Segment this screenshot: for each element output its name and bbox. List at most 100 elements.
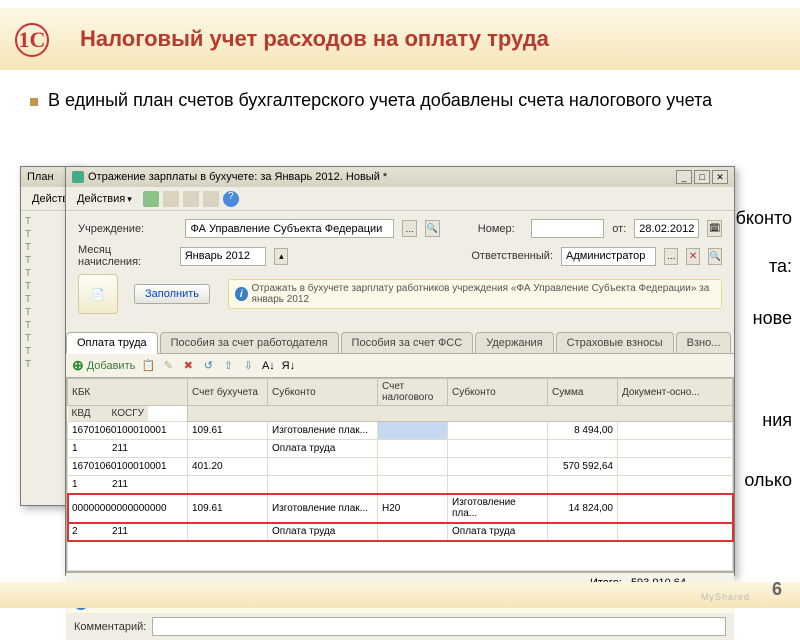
maximize-button[interactable]: □ [694, 170, 710, 184]
tab-pay[interactable]: Оплата труда [66, 332, 158, 354]
cell[interactable]: Изготовление пла... [448, 494, 548, 523]
cell[interactable] [378, 458, 448, 476]
col-kvd[interactable]: КВД [68, 406, 108, 421]
table-row[interactable]: 16701060100010001 109.61 Изготовление пл… [68, 422, 733, 440]
num-field[interactable] [531, 219, 604, 238]
table-row[interactable] [68, 541, 733, 571]
org-open-button[interactable]: 🔍 [425, 220, 440, 237]
cell[interactable] [448, 440, 548, 458]
tab-employer-benefits[interactable]: Пособия за счет работодателя [160, 332, 339, 353]
col-kosgu[interactable]: КОСГУ [108, 406, 148, 421]
cell[interactable] [548, 440, 618, 458]
col-sub[interactable]: Субконто [268, 379, 378, 406]
refresh-icon[interactable]: ↺ [201, 359, 215, 373]
table-row-highlighted[interactable]: 00000000000000000 109.61 Изготовление пл… [68, 494, 733, 523]
cell-selected[interactable] [378, 422, 448, 440]
cell[interactable]: 109.61 [188, 494, 268, 523]
col-sum[interactable]: Сумма [548, 379, 618, 406]
sort-asc-icon[interactable]: A↓ [261, 359, 275, 373]
cell[interactable]: Изготовление плак... [268, 422, 378, 440]
month-field[interactable]: Январь 2012 [180, 247, 267, 266]
cell[interactable]: 14 824,00 [548, 494, 618, 523]
edit-icon[interactable]: ✎ [161, 359, 175, 373]
cell[interactable]: 109.61 [188, 422, 268, 440]
delete-icon[interactable]: ✖ [181, 359, 195, 373]
cell[interactable] [548, 476, 618, 494]
toolbar-icon[interactable] [163, 191, 179, 207]
table-row-highlighted[interactable]: 2211 Оплата труда Оплата труда [68, 523, 733, 541]
cell[interactable] [618, 458, 733, 476]
cell[interactable] [378, 440, 448, 458]
cell[interactable]: 16701060100010001 [68, 458, 188, 476]
cell[interactable] [188, 523, 268, 541]
cell[interactable] [618, 523, 733, 541]
org-select-button[interactable]: … [402, 220, 417, 237]
toolbar-icon[interactable] [183, 191, 199, 207]
cell[interactable] [188, 440, 268, 458]
help-icon[interactable]: ? [223, 191, 239, 207]
cell[interactable]: 570 592,64 [548, 458, 618, 476]
col-kbk[interactable]: КБК [68, 379, 188, 406]
month-up-button[interactable]: ▴ [274, 248, 288, 265]
window-salary-titlebar[interactable]: Отражение зарплаты в бухучете: за Январь… [66, 167, 734, 187]
resp-select-button[interactable]: … [664, 248, 678, 265]
move-up-icon[interactable]: ⇧ [221, 359, 235, 373]
close-button[interactable]: ✕ [712, 170, 728, 184]
tab-deductions[interactable]: Удержания [475, 332, 553, 353]
cell[interactable]: Оплата труда [268, 440, 378, 458]
cell[interactable]: 401.20 [188, 458, 268, 476]
cell[interactable] [448, 422, 548, 440]
cell[interactable] [378, 523, 448, 541]
col-taxacct[interactable]: Счет налогового [378, 379, 448, 406]
cell[interactable]: 1211 [68, 440, 188, 458]
cell[interactable]: 00000000000000000 [68, 494, 188, 523]
cell[interactable]: 2211 [68, 523, 188, 541]
cell[interactable]: 16701060100010001 [68, 422, 188, 440]
cell[interactable]: Оплата труда [448, 523, 548, 541]
table-row[interactable]: 1211 [68, 476, 733, 494]
cell[interactable] [268, 476, 378, 494]
cell[interactable]: 8 494,00 [548, 422, 618, 440]
resp-open-button[interactable]: 🔍 [708, 248, 722, 265]
cell[interactable] [448, 476, 548, 494]
minimize-button[interactable]: _ [676, 170, 692, 184]
tab-fss-benefits[interactable]: Пособия за счет ФСС [341, 332, 474, 353]
sort-desc-icon[interactable]: Я↓ [281, 359, 295, 373]
cell[interactable] [448, 458, 548, 476]
cell[interactable] [548, 523, 618, 541]
cell[interactable]: Изготовление плак... [268, 494, 378, 523]
save-icon[interactable] [143, 191, 159, 207]
date-field[interactable]: 28.02.2012 [634, 219, 699, 238]
tab-more[interactable]: Взно... [676, 332, 732, 353]
toolbar-icon[interactable] [203, 191, 219, 207]
date-picker-button[interactable]: 🗓 [707, 220, 722, 237]
tab-insurance[interactable]: Страховые взносы [556, 332, 674, 353]
col-doc[interactable]: Документ-осно... [618, 379, 733, 406]
table-row[interactable]: 16701060100010001 401.20 570 592,64 [68, 458, 733, 476]
col-sub2[interactable]: Субконто [448, 379, 548, 406]
cell[interactable]: Н20 [378, 494, 448, 523]
cell[interactable] [618, 440, 733, 458]
cell[interactable] [188, 476, 268, 494]
cell[interactable]: Оплата труда [268, 523, 378, 541]
resp-field[interactable]: Администратор [561, 247, 656, 266]
grid[interactable]: КБК Счет бухучета Субконто Счет налогово… [66, 377, 734, 572]
cell[interactable] [618, 476, 733, 494]
table-row[interactable]: 1211 Оплата труда [68, 440, 733, 458]
window-icon [72, 171, 84, 183]
cell[interactable] [378, 476, 448, 494]
resp-clear-button[interactable]: ✕ [686, 248, 700, 265]
move-down-icon[interactable]: ⇩ [241, 359, 255, 373]
cell[interactable]: 1211 [68, 476, 188, 494]
actions-menu[interactable]: Действия [70, 190, 139, 208]
cell[interactable] [268, 458, 378, 476]
num-label: Номер: [478, 223, 523, 235]
add-button[interactable]: ⊕Добавить [72, 357, 135, 374]
cell[interactable] [618, 494, 733, 523]
fill-button[interactable]: Заполнить [134, 284, 210, 304]
org-field[interactable]: ФА Управление Субъекта Федерации [185, 219, 394, 238]
copy-icon[interactable]: 📋 [141, 359, 155, 373]
col-acct[interactable]: Счет бухучета [188, 379, 268, 406]
cell[interactable] [618, 422, 733, 440]
comment-field[interactable] [152, 617, 726, 636]
